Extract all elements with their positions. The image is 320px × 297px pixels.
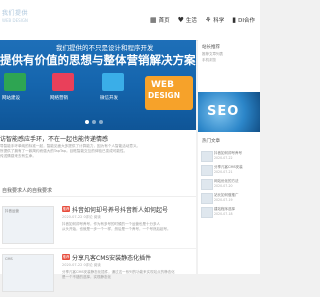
- recommend-badge: 推荐: [62, 254, 70, 260]
- carousel-dots: [85, 120, 103, 124]
- sidebar-thumb: [201, 165, 213, 176]
- web-design-badge: WEB DESIGN: [145, 76, 193, 110]
- recommend-badge: 推荐: [62, 206, 70, 212]
- banner-tagline: 我们提供的不只是设计和程序开发: [56, 44, 154, 52]
- post-thumbnail[interactable]: 抖音运营: [2, 206, 54, 244]
- post-item[interactable]: CMS 推荐 分享凡客CMS安装静态化插件 2020-07-22 0评论 阅读 …: [0, 248, 196, 297]
- nav-item-life[interactable]: ♥ 生活: [178, 16, 197, 24]
- seo-text: SEO: [207, 104, 240, 119]
- sidebar-article[interactable]: 分享凡客CMS安装 2020-07-21: [201, 164, 257, 176]
- sidebar-thumb: [201, 193, 213, 204]
- thumb-label: CMS: [5, 257, 13, 261]
- sidebar-article-date: 2020-07-20: [214, 184, 233, 188]
- sidebar-article-date: 2020-07-21: [214, 170, 233, 174]
- post-title[interactable]: 抖音如何却号养号抖音新人如何起号: [72, 205, 168, 214]
- nav-label: 科学: [213, 18, 225, 24]
- nav-item-home[interactable]: ▦ 首页: [150, 16, 170, 24]
- logo-title: 我们提供: [2, 10, 29, 17]
- seo-ad-image[interactable]: SEO: [198, 92, 260, 132]
- carousel-dot[interactable]: [92, 120, 96, 124]
- sidebar-thumb: [201, 179, 213, 190]
- sidebar-title: 站长推荐: [202, 45, 220, 50]
- post-meta: 2020-07-22 0评论 阅读: [62, 215, 101, 219]
- sidebar: 站长推荐 推荐文章列表 手机浏览 SEO 热门文章 抖音如何却号养号 2020-…: [198, 40, 260, 274]
- wechat-dev-icon: [102, 73, 124, 91]
- design-text: DESIGN: [148, 91, 180, 100]
- sidebar-article[interactable]: 建站程序选择 2020-07-18: [201, 206, 257, 218]
- book-icon: ▮: [232, 15, 237, 24]
- web-text: WEB: [151, 80, 174, 90]
- carousel-dot[interactable]: [85, 120, 89, 124]
- post-excerpt: 从头开始，也就是一步一个一样，然后是一个养号，一个号然后起号。: [62, 227, 171, 231]
- post-title[interactable]: 分享凡客CMS安装静态化插件: [72, 253, 151, 262]
- section-header: 自我要求人的自我要求: [0, 184, 196, 197]
- sidebar-article-date: 2020-07-22: [214, 156, 233, 160]
- main-content: 我们提供的不只是设计和程序开发 提供有价值的思想与整体营销解决方案 网站建设 网…: [0, 40, 196, 297]
- sidebar-article-date: 2020-07-19: [214, 198, 233, 202]
- featured-title[interactable]: 访智能感应手环，不在一起也能传递情感: [0, 134, 108, 143]
- banner-label: 网络营销: [50, 96, 68, 101]
- heart-icon: ♥: [177, 15, 184, 24]
- featured-text: 传送情感来去有生命。: [0, 154, 36, 158]
- website-build-icon: [4, 73, 26, 91]
- banner-label: 微信开发: [100, 96, 118, 101]
- post-meta: 2020-07-22 0评论 阅读: [62, 263, 101, 267]
- nav-item-science[interactable]: ⚘ 科学: [205, 16, 224, 24]
- carousel-dot[interactable]: [99, 120, 103, 124]
- nav-item-di[interactable]: ▮ DI合作: [232, 16, 255, 24]
- banner-headline: 提供有价值的思想与整体营销解决方案: [0, 53, 196, 67]
- nav-label: 生活: [185, 18, 197, 24]
- nav-label: DI合作: [238, 18, 255, 24]
- sidebar-thumb: [201, 151, 213, 162]
- home-icon: ▦: [150, 15, 157, 24]
- top-header: 我们提供 WEB DESIGN ▦ 首页 ♥ 生活 ⚘ 科学 ▮ DI合作: [0, 0, 260, 41]
- banner-label: 网站建设: [2, 96, 20, 101]
- sidebar-article[interactable]: 网站优化的方法 2020-07-20: [201, 178, 257, 190]
- thumb-label: 抖音运营: [5, 209, 19, 213]
- sidebar-article[interactable]: 站长如何做推广 2020-07-19: [201, 192, 257, 204]
- section-label: 自我要求人的自我要求: [2, 188, 53, 194]
- logo-subtitle: WEB DESIGN: [2, 18, 28, 23]
- marketing-icon: [52, 73, 74, 91]
- post-thumbnail[interactable]: CMS: [2, 254, 54, 292]
- site-logo[interactable]: 我们提供 WEB DESIGN: [2, 6, 54, 32]
- post-excerpt: 是一个不错的选择，实现静态化: [62, 275, 111, 279]
- sidebar-text[interactable]: 推荐文章列表: [202, 52, 223, 57]
- hot-articles-title: 热门文章: [202, 139, 220, 144]
- featured-intro: 访智能感应手环，不在一起也能传递情感 导智能手环单纯的标准一起，智能见面大多提供…: [0, 130, 196, 176]
- hero-banner[interactable]: 我们提供的不只是设计和程序开发 提供有价值的思想与整体营销解决方案 网站建设 网…: [0, 40, 196, 130]
- main-nav: ▦ 首页 ♥ 生活 ⚘ 科学 ▮ DI合作: [150, 13, 255, 27]
- nav-label: 首页: [158, 18, 170, 24]
- sidebar-article-date: 2020-07-18: [214, 212, 233, 216]
- sidebar-article[interactable]: 抖音如何却号养号 2020-07-22: [201, 150, 257, 162]
- post-item[interactable]: 抖音运营 推荐 抖音如何却号养号抖音新人如何起号 2020-07-22 0评论 …: [0, 200, 196, 249]
- sidebar-text[interactable]: 手机浏览: [202, 58, 216, 63]
- sidebar-thumb: [201, 207, 213, 218]
- share-icon: ⚘: [204, 15, 212, 24]
